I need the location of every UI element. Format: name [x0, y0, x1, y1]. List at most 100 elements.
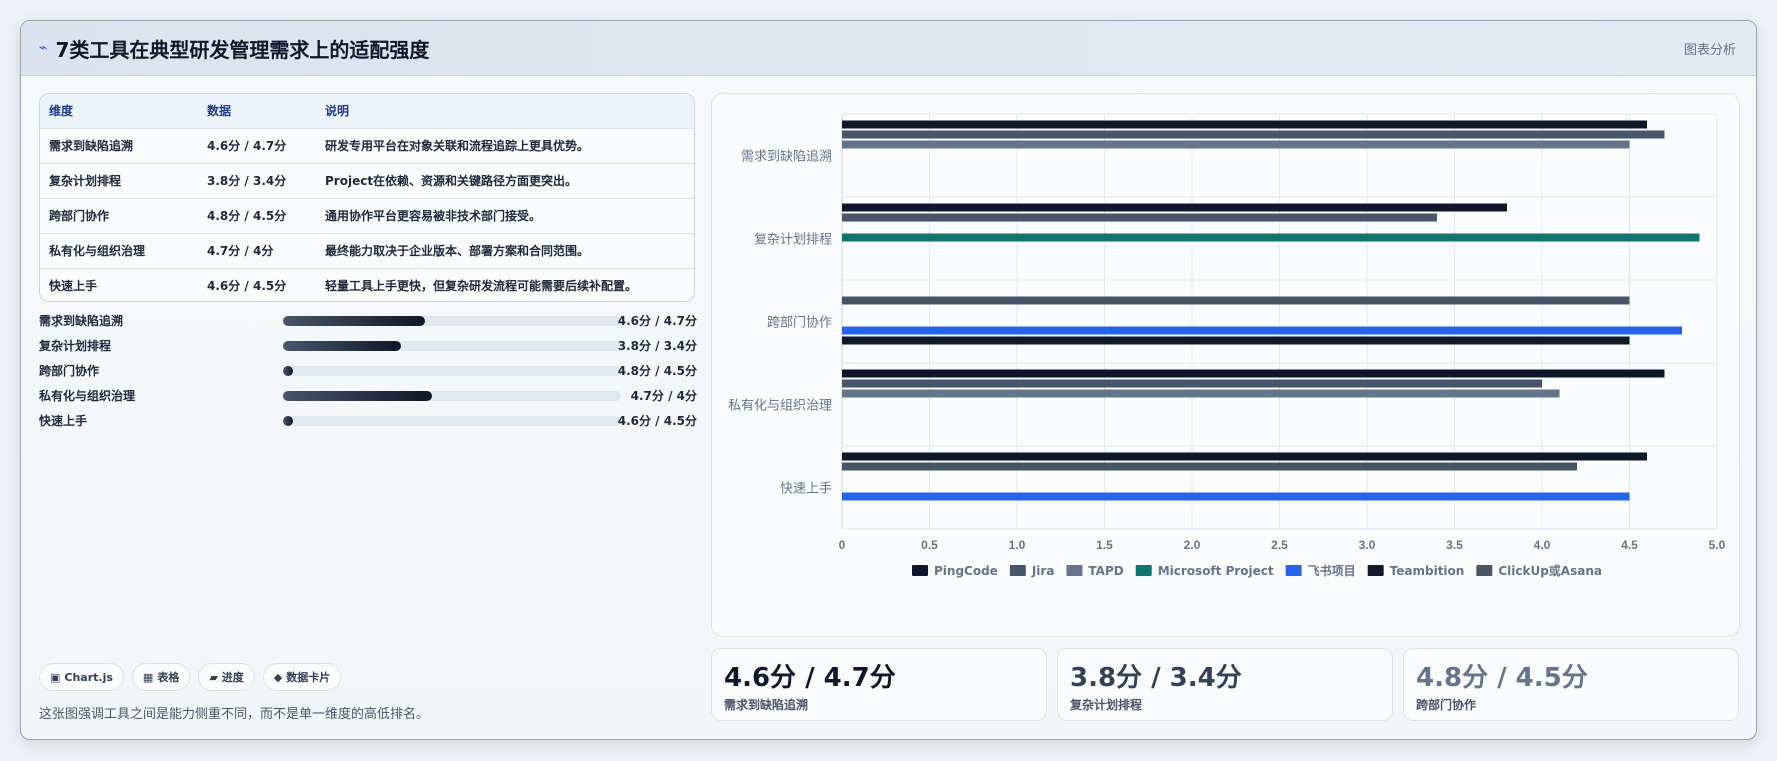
table-row: 跨部门协作 4.8分 / 4.5分 通用协作平台更容易被非技术部门接受。 [40, 198, 694, 233]
bar-teambition [842, 336, 1630, 345]
progress-fill [283, 340, 402, 351]
legend-label: PingCode [934, 564, 998, 578]
chip-label: 表格 [157, 671, 180, 684]
stat-value: 3.8分 / 3.4分 [1070, 663, 1242, 693]
x-tick-label: 3.0 [1359, 538, 1376, 552]
progress-fill [283, 315, 425, 326]
row-note: 通用协作平台更容易被非技术部门接受。 [325, 209, 542, 223]
x-tick-label: 1.5 [1096, 538, 1113, 552]
legend-swatch [1135, 565, 1152, 576]
page-title: 7类工具在典型研发管理需求上的适配强度 [55, 37, 430, 62]
legend-swatch [1009, 565, 1026, 576]
y-category-label: 私有化与组织治理 [728, 399, 832, 414]
table-icon: ▦ [142, 670, 154, 684]
row-data: 4.6分 / 4.5分 [207, 279, 287, 294]
progress-list: 需求到缺陷追溯 4.6分 / 4.7分 复杂计划排程 3.8分 / 3.4分 跨… [39, 308, 697, 433]
x-tick-label: 5.0 [1709, 538, 1726, 552]
stat-value: 4.8分 / 4.5分 [1416, 663, 1588, 693]
row-dimension: 跨部门协作 [49, 209, 110, 223]
x-tick-label: 0.5 [921, 538, 938, 552]
stat-label: 跨部门协作 [1416, 698, 1477, 712]
chart-caption: 这张图强调工具之间是能力侧重不同，而不是单一维度的高低排名。 [39, 707, 430, 722]
table-row: 复杂计划排程 3.8分 / 3.4分 Project在依赖、资源和关键路径方面更… [40, 163, 694, 198]
bar-pingcode [842, 452, 1647, 461]
row-data: 4.6分 / 4.7分 [207, 139, 287, 153]
y-category-label: 需求到缺陷追溯 [741, 149, 832, 165]
legend-label: Jira [1031, 564, 1055, 578]
row-dimension: 复杂计划排程 [49, 174, 122, 188]
x-tick-label: 4.0 [1534, 538, 1551, 552]
row-data: 4.8分 / 4.5分 [207, 209, 287, 223]
progress-fill [283, 390, 432, 401]
bar-pingcode [842, 120, 1647, 129]
table-row: 私有化与组织治理 4.7分 / 4分 最终能力取决于企业版本、部署方案和合同范围… [40, 233, 694, 268]
chart-icon: ▣ [50, 670, 61, 684]
column-header-dimension: 维度 [49, 104, 74, 119]
legend-swatch [1476, 565, 1493, 576]
x-tick-label: 4.5 [1621, 538, 1638, 552]
legend-swatch [912, 565, 928, 576]
bar-pingcode [842, 369, 1665, 378]
chip-label: Chart.js [64, 670, 113, 684]
y-category-label: 复杂计划排程 [754, 233, 832, 248]
progress-value: 4.6分 / 4.5分 [617, 414, 697, 428]
chip-table[interactable]: ▦ 表格 [131, 663, 191, 691]
table-row: 快速上手 4.6分 / 4.5分 轻量工具上手更快，但复杂研发流程可能需要后续补… [40, 268, 694, 301]
legend-label: ClickUp或Asana [1498, 563, 1602, 578]
stat-value: 4.6分 / 4.7分 [724, 663, 896, 693]
bar-tapd [842, 389, 1560, 398]
row-note: 最终能力取决于企业版本、部署方案和合同范围。 [325, 244, 590, 258]
bar-飞书项目 [842, 492, 1630, 501]
progress-track [283, 415, 621, 426]
row-note: 轻量工具上手更快，但复杂研发流程可能需要后续补配置。 [325, 279, 638, 294]
progress-label: 快速上手 [39, 414, 88, 428]
progress-fill [283, 415, 294, 426]
stat-label: 复杂计划排程 [1070, 698, 1143, 712]
progress-label: 跨部门协作 [39, 364, 100, 378]
row-data: 3.8分 / 3.4分 [207, 174, 287, 188]
legend-label: 飞书项目 [1308, 563, 1356, 578]
progress-label: 私有化与组织治理 [39, 389, 136, 403]
column-header-data: 数据 [207, 104, 232, 119]
y-category-label: 快速上手 [780, 482, 832, 497]
x-tick-label: 3.5 [1446, 538, 1463, 552]
card-header: ⌁ 7类工具在典型研发管理需求上的适配强度 图表分析 [21, 21, 1756, 76]
progress-icon: ▰ [209, 670, 218, 684]
legend-label: Teambition [1390, 564, 1465, 578]
dimension-table: 维度 数据 说明 需求到缺陷追溯 4.6分 / 4.7分 研发专用平台在对象关联… [39, 93, 695, 302]
legend-label: TAPD [1088, 564, 1123, 578]
chip-label: 进度 [221, 671, 244, 684]
bar-jira [842, 130, 1665, 139]
stat-card: 4.8分 / 4.5分 跨部门协作 [1403, 648, 1739, 721]
row-dimension: 需求到缺陷追溯 [49, 139, 134, 153]
x-tick-label: 2.5 [1271, 538, 1288, 552]
chip-chartjs[interactable]: ▣ Chart.js [39, 663, 124, 691]
x-tick-label: 1.0 [1009, 538, 1026, 552]
bar-jira [842, 379, 1542, 388]
chip-row: ▣ Chart.js ▦ 表格 ▰ 进度 ◆ 数据卡片 [39, 663, 342, 691]
chart-analysis-link[interactable]: 图表分析 [1684, 39, 1736, 58]
progress-track [283, 340, 621, 351]
bar-jira [842, 296, 1630, 305]
x-tick-label: 2.0 [1184, 538, 1201, 552]
table-header-row: 维度 数据 说明 [40, 94, 694, 128]
chart-canvas: 0 0.5 1.0 1.5 2.0 2.5 3.0 3.5 4.0 4.5 5.0 需求到缺陷追溯复杂… [728, 113, 1726, 578]
progress-track [283, 315, 621, 326]
progress-label: 复杂计划排程 [39, 339, 112, 353]
progress-value: 4.8分 / 4.5分 [617, 364, 697, 378]
bar-microsoft-project [842, 233, 1700, 242]
bar-jira [842, 213, 1437, 222]
progress-value: 4.7分 / 4分 [630, 389, 697, 403]
chip-data-card[interactable]: ◆ 数据卡片 [262, 663, 342, 691]
x-tick-label: 0 [839, 538, 846, 552]
row-dimension: 私有化与组织治理 [49, 244, 146, 258]
progress-row: 私有化与组织治理 4.7分 / 4分 [39, 383, 697, 408]
progress-row: 复杂计划排程 3.8分 / 3.4分 [39, 333, 697, 358]
progress-value: 3.8分 / 3.4分 [617, 339, 697, 353]
stat-label: 需求到缺陷追溯 [724, 698, 809, 712]
progress-fill [283, 365, 294, 376]
progress-label: 需求到缺陷追溯 [39, 314, 124, 328]
progress-track [283, 390, 621, 401]
chip-progress[interactable]: ▰ 进度 [198, 663, 255, 691]
bar-tapd [842, 140, 1630, 149]
